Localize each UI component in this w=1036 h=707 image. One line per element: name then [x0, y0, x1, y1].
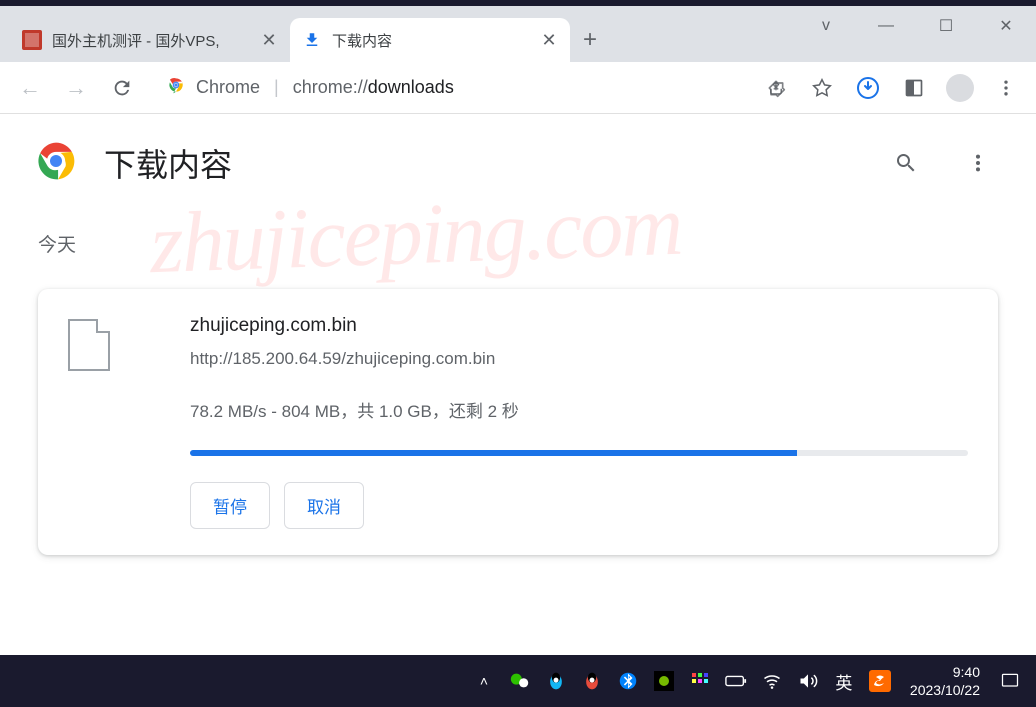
bookmark-icon[interactable]	[804, 70, 840, 106]
wechat-icon[interactable]	[506, 667, 534, 695]
new-tab-button[interactable]: +	[570, 20, 610, 60]
colorful-grid-icon[interactable]	[686, 667, 714, 695]
address-bar[interactable]: Chrome | chrome://downloads	[150, 69, 748, 107]
tab-title: 国外主机测评 - 国外VPS,	[52, 30, 220, 51]
date-text: 2023/10/22	[910, 681, 980, 699]
download-icon	[302, 30, 322, 50]
qq-icon-2[interactable]	[578, 667, 606, 695]
clock[interactable]: 9:40 2023/10/22	[902, 663, 988, 699]
reader-icon[interactable]	[896, 70, 932, 106]
close-window-button[interactable]: ✕	[976, 6, 1036, 46]
chrome-logo-icon	[36, 141, 76, 186]
downloads-indicator-icon[interactable]	[850, 70, 886, 106]
share-icon[interactable]	[758, 70, 794, 106]
download-filename[interactable]: zhujiceping.com.bin	[190, 315, 968, 337]
battery-icon[interactable]	[722, 667, 750, 695]
reload-button[interactable]	[104, 70, 140, 106]
tray-expand-icon[interactable]: ˄	[470, 667, 498, 695]
volume-icon[interactable]	[794, 667, 822, 695]
nvidia-icon[interactable]	[650, 667, 678, 695]
qq-icon-1[interactable]	[542, 667, 570, 695]
section-today-label: 今天	[0, 212, 1036, 275]
tab-external-site[interactable]: 国外主机测评 - 国外VPS, ✕	[10, 18, 290, 62]
search-icon[interactable]	[884, 141, 928, 185]
back-button[interactable]: ←	[12, 70, 48, 106]
toolbar: ← → Chrome | chrome://downloads	[0, 62, 1036, 114]
bluetooth-icon[interactable]	[614, 667, 642, 695]
url-prefix: Chrome	[196, 77, 260, 98]
close-icon[interactable]: ✕	[260, 31, 278, 49]
file-icon	[68, 319, 110, 371]
favicon-external	[22, 30, 42, 50]
download-status: 78.2 MB/s - 804 MB，共 1.0 GB，还剩 2 秒	[190, 397, 968, 422]
time-text: 9:40	[910, 663, 980, 681]
downloads-page: zhujiceping.com 下载内容 今天 zhujiceping.com.…	[0, 114, 1036, 655]
page-title: 下载内容	[104, 140, 856, 186]
wifi-icon[interactable]	[758, 667, 786, 695]
chrome-favicon	[166, 75, 186, 100]
download-url[interactable]: http://185.200.64.59/zhujiceping.com.bin	[190, 349, 968, 369]
pause-button[interactable]: 暂停	[190, 482, 270, 529]
forward-button[interactable]: →	[58, 70, 94, 106]
more-icon[interactable]	[956, 141, 1000, 185]
caret-down-icon[interactable]: v	[796, 6, 856, 46]
ime-indicator[interactable]: 英	[830, 667, 858, 695]
maximize-button[interactable]: ☐	[916, 6, 976, 46]
profile-avatar[interactable]	[942, 70, 978, 106]
url-path: chrome://downloads	[293, 77, 454, 98]
taskbar: ˄ 英 9:40 2023/10/22	[0, 655, 1036, 707]
tab-downloads[interactable]: 下载内容 ✕	[290, 18, 570, 62]
minimize-button[interactable]: —	[856, 6, 916, 46]
sogou-icon[interactable]	[866, 667, 894, 695]
tab-title: 下载内容	[332, 30, 392, 51]
notification-icon[interactable]	[996, 667, 1024, 695]
close-icon[interactable]: ✕	[540, 31, 558, 49]
menu-icon[interactable]	[988, 70, 1024, 106]
tab-bar: 国外主机测评 - 国外VPS, ✕ 下载内容 ✕ + v — ☐ ✕	[0, 6, 1036, 62]
progress-fill	[190, 450, 797, 456]
download-item: zhujiceping.com.bin http://185.200.64.59…	[38, 289, 998, 555]
progress-bar	[190, 450, 968, 456]
cancel-button[interactable]: 取消	[284, 482, 364, 529]
